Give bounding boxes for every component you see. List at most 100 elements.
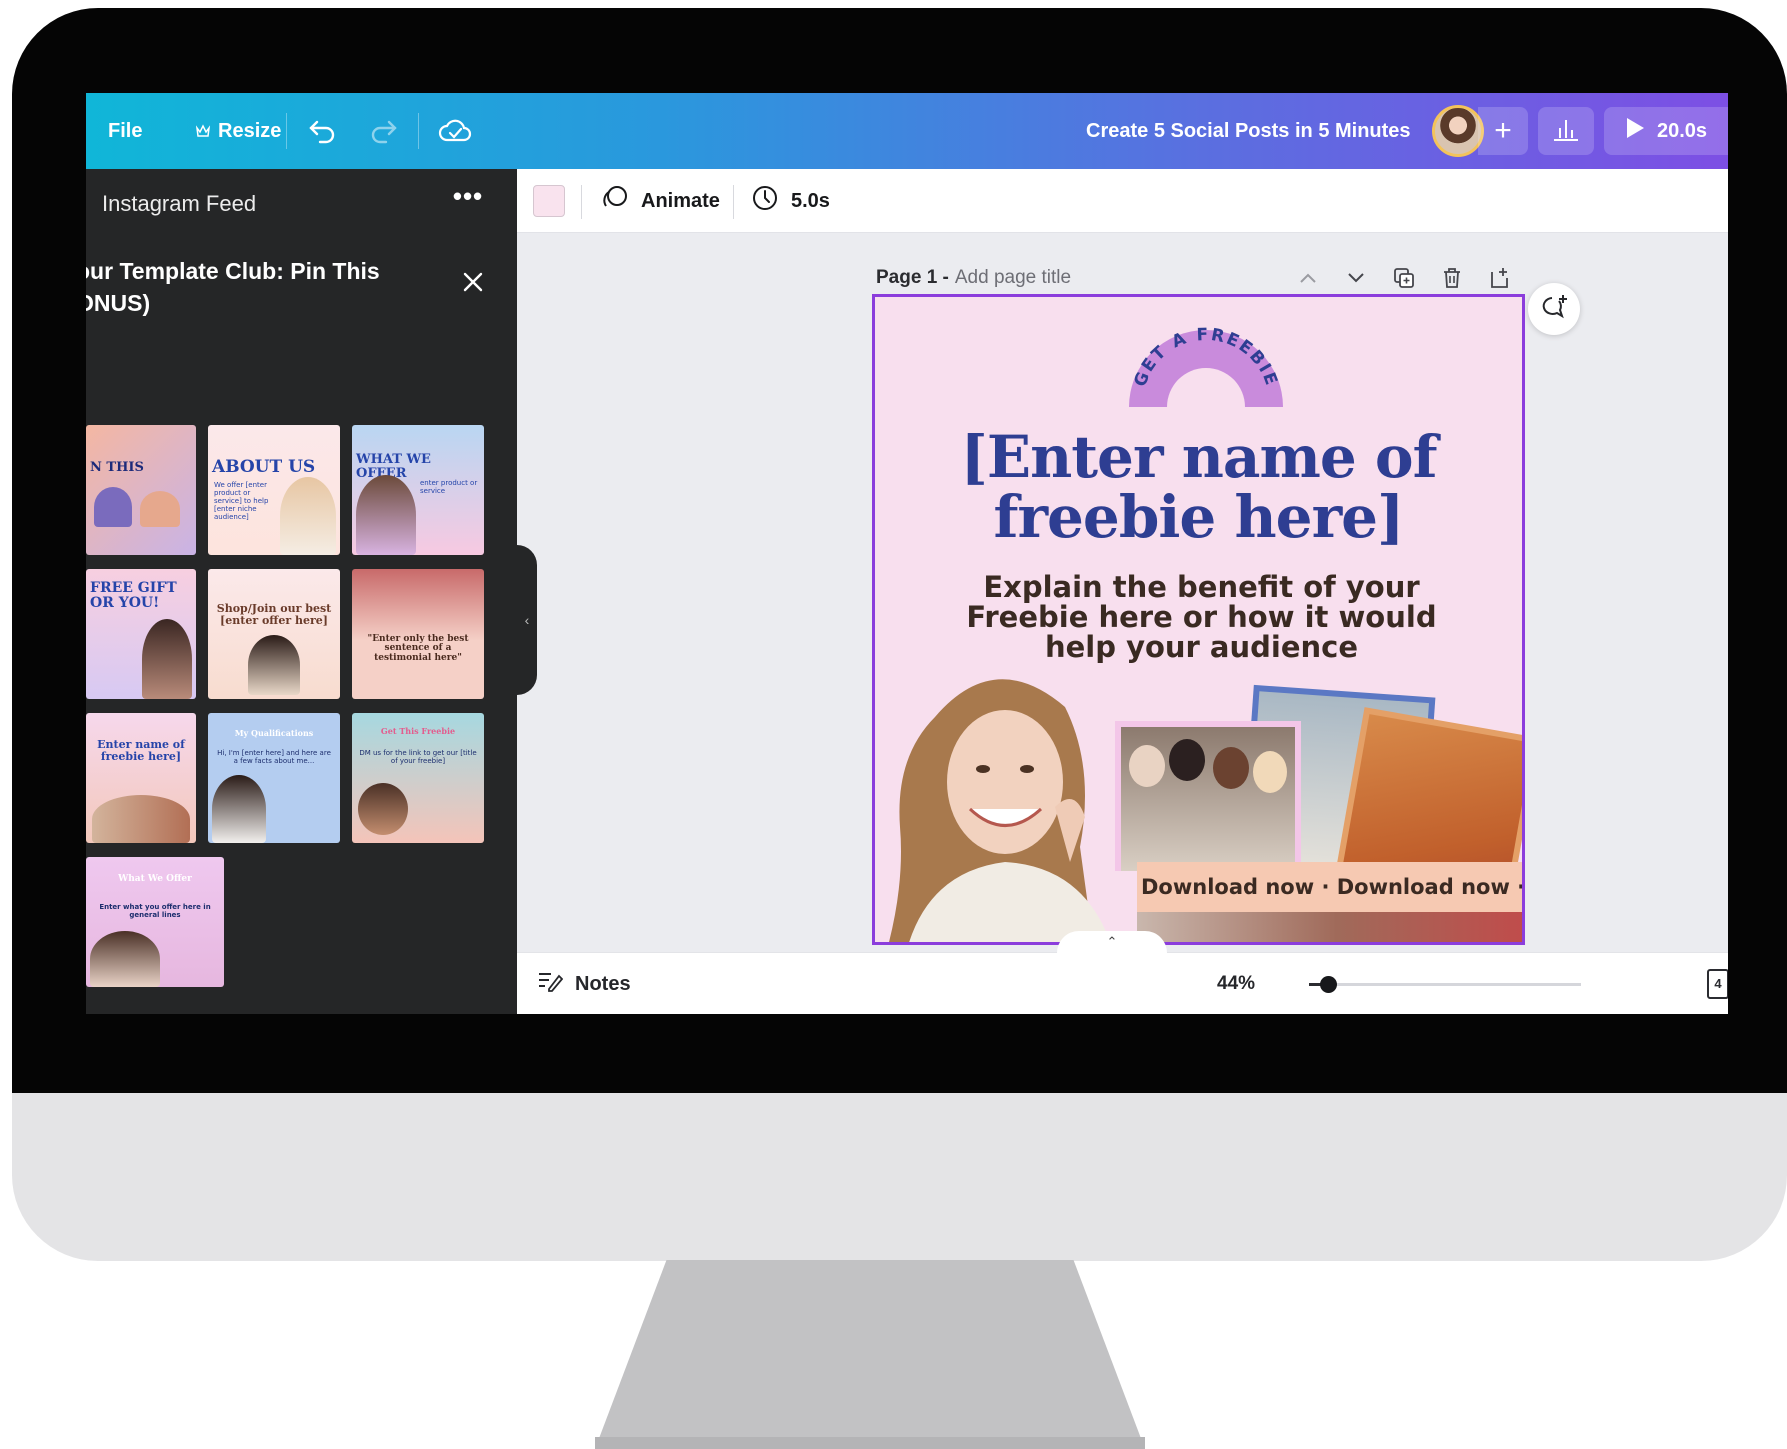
add-page-icon[interactable] [1485, 263, 1515, 293]
template-thumbnail[interactable]: Enter name of freebie here] [86, 713, 196, 843]
user-avatar[interactable] [1432, 105, 1484, 157]
duration-label: 5.0s [791, 189, 830, 212]
close-icon[interactable] [458, 267, 488, 297]
resize-label: Resize [218, 119, 282, 142]
thumbnail-title: N THIS [90, 460, 144, 475]
notes-label: Notes [575, 972, 631, 995]
thumbnail-title: Shop/Join our best [enter offer here] [216, 602, 332, 627]
cloud-check-icon [438, 118, 472, 144]
chevron-left-icon: ‹ [524, 612, 530, 628]
download-banner[interactable]: Download now · Download now · Dc [1137, 862, 1522, 912]
thumbnail-title: Get This Freebie [380, 726, 456, 736]
toolbar-divider [581, 185, 582, 219]
design-title[interactable]: [Enter name of freebie here] [875, 427, 1522, 547]
thumbnail-photo [356, 475, 416, 555]
monitor-chin [12, 1093, 1787, 1261]
thumbnail-text: We offer [enter product or service] to h… [214, 481, 269, 522]
thumbnail-photo [248, 635, 300, 695]
animate-icon [601, 184, 629, 218]
duration-button[interactable]: 5.0s [751, 169, 830, 233]
thumbnail-photo [90, 931, 160, 987]
collage-photo-bottom [1137, 912, 1522, 942]
file-menu-button[interactable]: File [108, 93, 142, 169]
topbar-divider [286, 113, 287, 149]
design-canvas[interactable]: GET A FREEBIE [Enter name of freebie her… [872, 294, 1525, 945]
chevron-up-icon: ⌃ [1106, 934, 1118, 949]
thumbnail-text: DM us for the link to get our [title of … [359, 749, 477, 766]
thumbnail-photo [212, 775, 266, 843]
page-title-input[interactable]: Add page title [955, 267, 1071, 289]
template-thumbnail[interactable]: ABOUT US We offer [enter product or serv… [208, 425, 340, 555]
present-duration: 20.0s [1656, 119, 1708, 142]
background-color-swatch[interactable] [533, 185, 565, 217]
template-thumbnail[interactable]: FREE GIFT OR YOU! [86, 569, 196, 699]
trash-icon[interactable] [1437, 263, 1467, 293]
freebie-badge: GET A FREEBIE [1129, 327, 1283, 407]
template-thumbnail[interactable]: WHAT WE OFFER enter product or service [352, 425, 484, 555]
duplicate-page-icon[interactable] [1389, 263, 1419, 293]
redo-button[interactable] [368, 93, 398, 169]
present-button[interactable]: 20.0s [1604, 107, 1728, 155]
template-set-title: our Template Club: Pin This ONUS) [86, 255, 436, 319]
topbar-divider [418, 113, 419, 149]
crown-icon [196, 124, 210, 138]
template-thumbnail[interactable]: My Qualifications Hi, I'm [enter here] a… [208, 713, 340, 843]
file-menu-label: File [108, 119, 143, 142]
expand-pages-button[interactable]: ⌃ [1057, 931, 1167, 953]
app-screen: File Resize Create 5 Social Posts in 5 M… [86, 93, 1728, 1014]
thumbnail-photo [358, 783, 408, 835]
template-thumbnail[interactable]: What We Offer Enter what you offer here … [86, 857, 224, 987]
template-panel: Instagram Feed ••• our Template Club: Pi… [86, 169, 517, 1014]
undo-button[interactable] [308, 93, 338, 169]
template-thumbnail[interactable]: N THIS [86, 425, 196, 555]
animate-button[interactable]: Animate [601, 169, 720, 233]
project-title[interactable]: Create 5 Social Posts in 5 Minutes [1086, 93, 1411, 169]
insights-button[interactable] [1538, 107, 1594, 155]
undo-icon [308, 118, 338, 144]
redo-icon [368, 118, 398, 144]
design-subtitle[interactable]: Explain the benefit of your Freebie here… [935, 572, 1468, 662]
add-comment-button[interactable] [1528, 283, 1580, 335]
template-set-title-line2: ONUS) [86, 290, 151, 316]
collapse-panel-button[interactable]: ‹ [517, 545, 537, 695]
notes-button[interactable]: Notes [537, 953, 631, 1014]
animate-label: Animate [641, 189, 720, 212]
editor-footer: ⌃ Notes 44% 4 [517, 931, 1728, 1014]
page-number: Page 1 - [876, 267, 949, 288]
play-icon [1625, 117, 1645, 145]
monitor-stand-base [595, 1437, 1145, 1449]
thumbnail-photo [92, 795, 190, 843]
chevron-down-icon[interactable] [1341, 263, 1371, 293]
zoom-slider[interactable] [1309, 976, 1581, 993]
thumbnail-text: enter product or service [420, 479, 478, 496]
chevron-up-icon[interactable] [1293, 263, 1323, 293]
toolbar-divider [733, 185, 734, 219]
zoom-slider-handle[interactable] [1320, 976, 1338, 993]
thumbnail-title: "Enter only the best sentence of a testi… [367, 634, 469, 663]
more-options-button[interactable]: ••• [448, 181, 488, 217]
clock-icon [751, 184, 779, 218]
template-thumbnail[interactable]: Shop/Join our best [enter offer here] [208, 569, 340, 699]
notes-icon [537, 970, 564, 998]
template-set-title-line1: our Template Club: Pin This [86, 258, 380, 284]
resize-button[interactable]: Resize [196, 93, 281, 169]
template-thumbnail[interactable]: Get This Freebie DM us for the link to g… [352, 713, 484, 843]
template-thumbnail[interactable]: "Enter only the best sentence of a testi… [352, 569, 484, 699]
plus-icon: + [1494, 114, 1512, 147]
share-add-button[interactable]: + [1478, 107, 1528, 155]
thumbnail-photo [140, 491, 180, 527]
thumbnail-photo [94, 487, 132, 527]
editor-toolbar: Animate 5.0s [517, 169, 1728, 233]
thumbnail-text: Hi, I'm [enter here] and here are a few … [217, 749, 331, 766]
thumbnail-photo [142, 619, 192, 699]
thumbnail-text: Enter what you offer here in general lin… [99, 903, 211, 920]
model-photo[interactable] [872, 657, 1155, 945]
thumbnail-title: My Qualifications [234, 728, 314, 738]
thumbnail-photo [280, 477, 336, 555]
panel-title: Instagram Feed [102, 191, 257, 216]
zoom-level[interactable]: 44% [1217, 953, 1255, 1014]
thumbnail-title: Enter name of freebie here] [97, 738, 185, 763]
page-count-button[interactable]: 4 [1707, 969, 1728, 999]
thumbnail-title: FREE GIFT OR YOU! [90, 580, 177, 611]
cloud-save-button[interactable] [438, 93, 472, 169]
